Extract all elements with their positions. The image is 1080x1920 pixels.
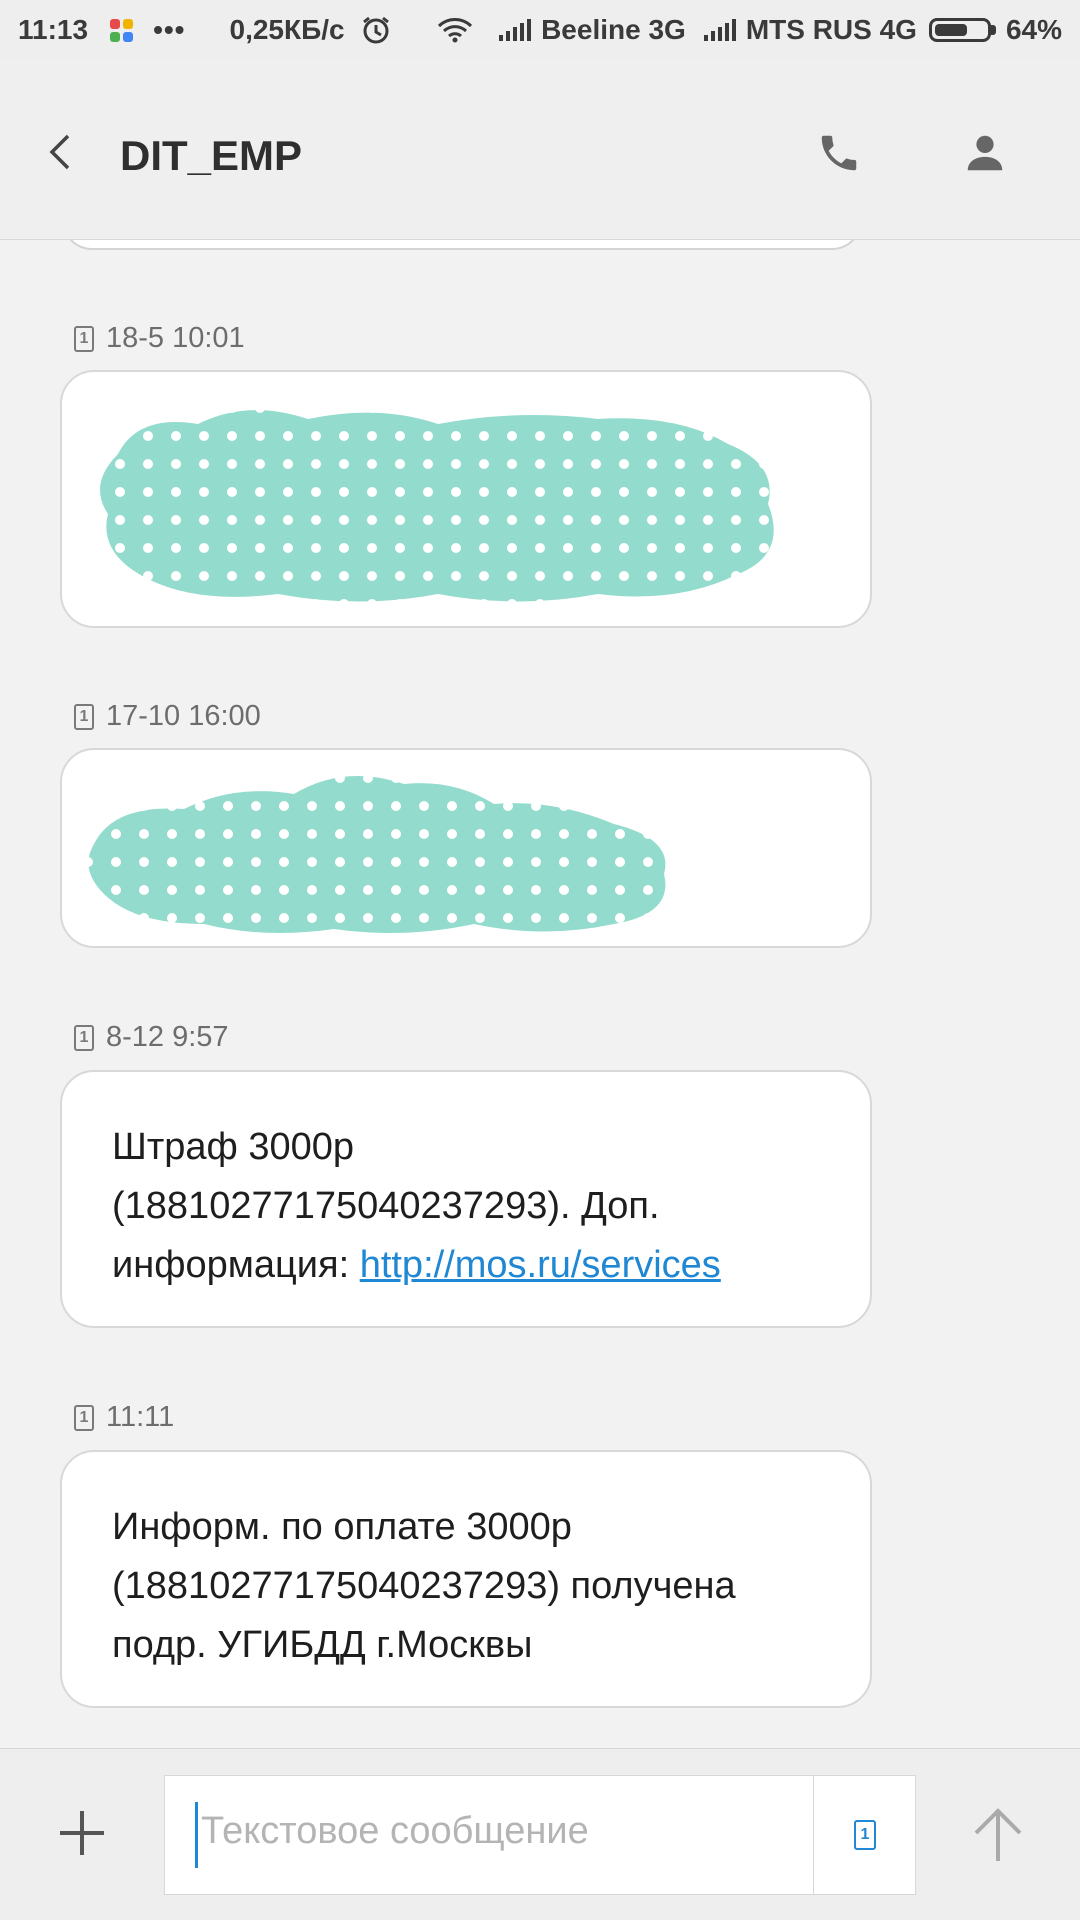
- battery-percent: 64%: [1005, 14, 1062, 45]
- message-text: Информ. по оплате 3000р (188102771750402…: [112, 1506, 736, 1666]
- sim-card-icon: 1: [854, 1820, 876, 1850]
- contact-icon: [967, 135, 1003, 171]
- send-arrow-icon: [974, 1808, 1022, 1861]
- apps-icon: [110, 18, 134, 42]
- back-arrow-icon: [49, 134, 70, 170]
- battery-icon: [928, 18, 996, 42]
- sim-card-icon: 1: [74, 1404, 94, 1431]
- more-notifications: •••: [153, 14, 186, 45]
- call-button[interactable]: [816, 130, 862, 176]
- timestamp-text: 18-5 10:01: [106, 322, 245, 354]
- sim-card-icon: 1: [74, 325, 94, 352]
- message-timestamp: 1 17-10 16:00: [74, 700, 261, 733]
- status-bar: 11:13 ••• 0,25КБ/с Beeline 3G MTS RUS 4G…: [0, 0, 1080, 60]
- message-text: Штраф 3000р (18810277175040237293). Доп.…: [112, 1126, 721, 1286]
- message-timestamp: 1 11:11: [74, 1401, 174, 1434]
- sim-card-icon: 1: [74, 703, 94, 730]
- signal-icon: [703, 19, 736, 41]
- redaction-overlay: [74, 764, 694, 944]
- conversation-header: DIT_EMP: [0, 60, 1080, 240]
- message-bubble[interactable]: Информ. по оплате 3000р (188102771750402…: [60, 1450, 872, 1708]
- wifi-icon: [437, 17, 473, 43]
- text-cursor: [195, 1802, 198, 1868]
- message-timestamp: 1 8-12 9:57: [74, 1021, 229, 1054]
- sim-card-icon: 1: [74, 1024, 94, 1051]
- network-speed: 0,25КБ/с: [229, 14, 345, 45]
- redaction-overlay: [78, 394, 798, 624]
- conversation-title: DIT_EMP: [120, 132, 303, 179]
- message-link[interactable]: http://mos.ru/services: [360, 1244, 721, 1286]
- timestamp-text: 17-10 16:00: [106, 700, 261, 732]
- contact-button[interactable]: [962, 130, 1008, 176]
- message-bubble[interactable]: [60, 748, 872, 948]
- alarm-icon: [361, 15, 391, 45]
- plus-icon: [60, 1811, 104, 1855]
- previous-message-bubble: [62, 240, 862, 250]
- signal-icon: [499, 19, 532, 41]
- phone-icon: [821, 135, 857, 171]
- timestamp-text: 8-12 9:57: [106, 1021, 229, 1053]
- message-input-placeholder: Текстовое сообщение: [201, 1810, 589, 1852]
- message-bubble[interactable]: [60, 370, 872, 628]
- attach-button[interactable]: [58, 1809, 106, 1857]
- message-composer: Текстовое сообщение 1: [0, 1748, 1080, 1920]
- back-button[interactable]: [40, 132, 80, 172]
- message-input[interactable]: Текстовое сообщение 1: [164, 1775, 916, 1895]
- timestamp-text: 11:11: [106, 1401, 175, 1433]
- message-list[interactable]: 1 18-5 10:01 1 17-10 16:00 1 8-12 9:57 Ш…: [0, 240, 1080, 1748]
- status-time: 11:13: [18, 14, 89, 45]
- sim-select-button[interactable]: 1: [813, 1776, 918, 1894]
- sim1-operator: Beeline 3G: [541, 14, 686, 45]
- message-bubble[interactable]: Штраф 3000р (18810277175040237293). Доп.…: [60, 1070, 872, 1328]
- send-button[interactable]: [968, 1807, 1028, 1863]
- sim2-operator: MTS RUS 4G: [745, 14, 917, 45]
- message-timestamp: 1 18-5 10:01: [74, 322, 245, 355]
